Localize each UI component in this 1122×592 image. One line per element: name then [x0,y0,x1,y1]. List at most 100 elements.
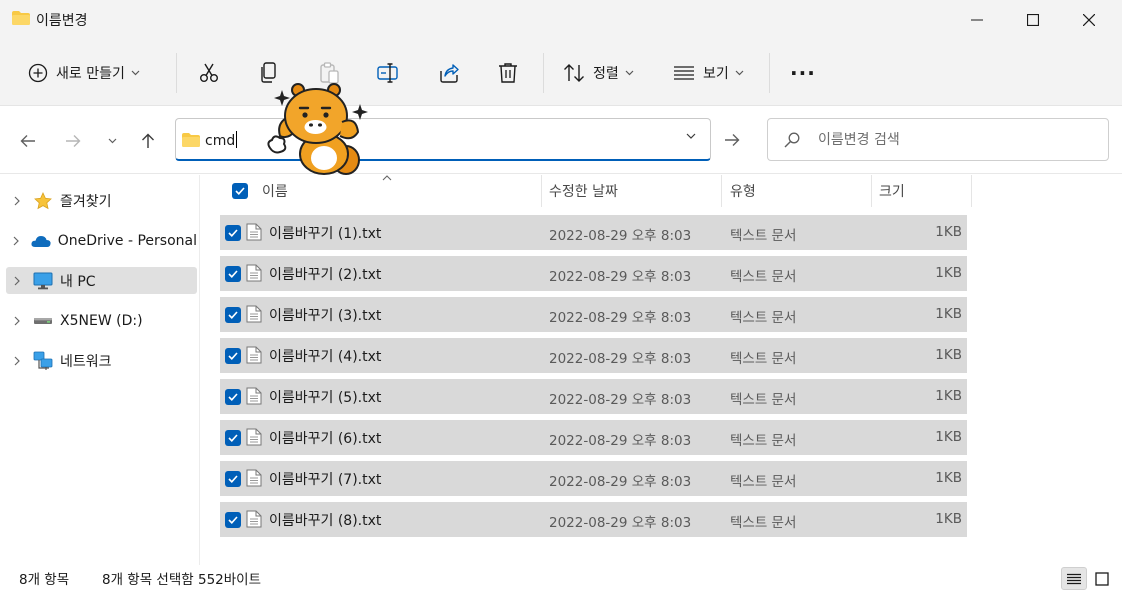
clipboard-icon [320,62,339,84]
window-title: 이름변경 [36,13,88,29]
delete-button[interactable] [498,40,518,106]
list-view-icon [674,66,694,80]
file-date: 2022-08-29 오후 8:03 [549,433,692,449]
address-row: cmd [0,106,1122,174]
file-size: 1KB [935,224,962,240]
file-date: 2022-08-29 오후 8:03 [549,269,692,285]
row-checkbox[interactable] [225,348,241,364]
forward-button[interactable] [60,128,86,154]
table-row[interactable]: 이름바꾸기 (4).txt 2022-08-29 오후 8:03 텍스트 문서 … [220,338,967,373]
drive-icon [34,317,52,324]
table-row[interactable]: 이름바꾸기 (3).txt 2022-08-29 오후 8:03 텍스트 문서 … [220,297,967,332]
large-icons-view-button[interactable] [1089,567,1115,590]
arrow-up-icon [142,133,154,148]
sidebar-item-network[interactable]: 네트워크 [6,347,197,374]
row-checkbox[interactable] [225,389,241,405]
checkmark-icon [228,229,238,237]
file-name: 이름바꾸기 (7).txt [269,472,382,488]
text-file-icon [246,305,262,323]
chevron-right-icon [14,196,20,205]
sidebar-item-label: 내 PC [60,273,96,290]
chevron-right-icon [13,236,20,245]
search-input[interactable] [818,129,1098,151]
text-file-icon [246,264,262,282]
table-row[interactable]: 이름바꾸기 (2).txt 2022-08-29 오후 8:03 텍스트 문서 … [220,256,967,291]
arrow-right-icon [725,134,740,146]
more-options-button[interactable]: ··· [790,40,816,106]
checkmark-icon [228,352,238,360]
view-button[interactable]: 보기 [673,40,744,106]
sidebar-item-drive-d[interactable]: X5NEW (D:) [6,307,197,334]
row-checkbox[interactable] [225,225,241,241]
file-size: 1KB [935,265,962,281]
column-separator[interactable] [971,175,972,207]
column-header-size-label: 크기 [879,184,905,200]
arrow-right-icon [66,135,81,147]
text-file-icon [246,387,262,405]
file-size: 1KB [935,511,962,527]
maximize-button[interactable] [1010,0,1056,40]
column-header-name-label: 이름 [262,184,288,200]
row-checkbox[interactable] [225,430,241,446]
checkmark-icon [235,187,245,195]
column-header-date[interactable]: 수정한 날짜 [549,175,618,207]
up-button[interactable] [135,128,161,154]
file-size: 1KB [935,429,962,445]
cut-button[interactable] [198,40,220,106]
file-type: 텍스트 문서 [730,351,797,367]
file-size: 1KB [935,388,962,404]
column-separator[interactable] [541,175,542,207]
details-view-button[interactable] [1061,567,1087,590]
copy-icon [261,62,276,83]
checkmark-icon [228,270,238,278]
file-type: 텍스트 문서 [730,433,797,449]
close-button[interactable] [1066,0,1112,40]
checkmark-icon [228,434,238,442]
sidebar-item-this-pc[interactable]: 내 PC [6,267,197,294]
share-icon [440,64,459,83]
file-date: 2022-08-29 오후 8:03 [549,228,692,244]
go-button[interactable] [718,126,746,154]
sort-button-label: 정렬 [593,66,619,82]
address-bar[interactable]: cmd [175,118,711,161]
new-button[interactable]: 새로 만들기 [28,40,140,106]
sidebar-item-label: 즐겨찾기 [60,193,112,210]
column-header-size[interactable]: 크기 [879,175,905,207]
more-options-label: ··· [790,61,816,85]
file-type: 텍스트 문서 [730,269,797,285]
plus-circle-icon [28,63,48,83]
star-icon [34,191,52,209]
sidebar-item-favorites[interactable]: 즐겨찾기 [6,187,197,214]
sidebar-item-onedrive[interactable]: OneDrive - Personal [6,227,197,254]
navigation-pane: 즐겨찾기 OneDrive - Personal 내 PC X5NEW (D:)… [0,175,200,565]
back-button[interactable] [15,128,41,154]
rename-button[interactable] [377,40,401,106]
table-row[interactable]: 이름바꾸기 (5).txt 2022-08-29 오후 8:03 텍스트 문서 … [220,379,967,414]
table-row[interactable]: 이름바꾸기 (1).txt 2022-08-29 오후 8:03 텍스트 문서 … [220,215,967,250]
column-header-name[interactable]: 이름 [232,175,288,207]
minimize-icon [971,19,983,21]
row-checkbox[interactable] [225,266,241,282]
search-icon [784,132,800,148]
recent-locations-button[interactable] [99,128,125,154]
command-bar: 새로 만들기 정렬 보기 ··· [0,40,1122,106]
chevron-down-icon [108,138,116,144]
table-row[interactable]: 이름바꾸기 (8).txt 2022-08-29 오후 8:03 텍스트 문서 … [220,502,967,537]
row-checkbox[interactable] [225,471,241,487]
folder-icon [182,133,200,147]
minimize-button[interactable] [954,0,1000,40]
sort-button[interactable]: 정렬 [563,40,634,106]
row-checkbox[interactable] [225,512,241,528]
search-box[interactable] [767,118,1109,161]
table-row[interactable]: 이름바꾸기 (7).txt 2022-08-29 오후 8:03 텍스트 문서 … [220,461,967,496]
column-header-type[interactable]: 유형 [730,175,756,207]
share-button[interactable] [438,40,460,106]
select-all-checkbox[interactable] [232,183,248,199]
column-separator[interactable] [721,175,722,207]
status-bar: 8개 항목 8개 항목 선택함 552바이트 [0,565,1122,592]
checkmark-icon [228,311,238,319]
table-row[interactable]: 이름바꾸기 (6).txt 2022-08-29 오후 8:03 텍스트 문서 … [220,420,967,455]
file-date: 2022-08-29 오후 8:03 [549,310,692,326]
column-separator[interactable] [871,175,872,207]
row-checkbox[interactable] [225,307,241,323]
